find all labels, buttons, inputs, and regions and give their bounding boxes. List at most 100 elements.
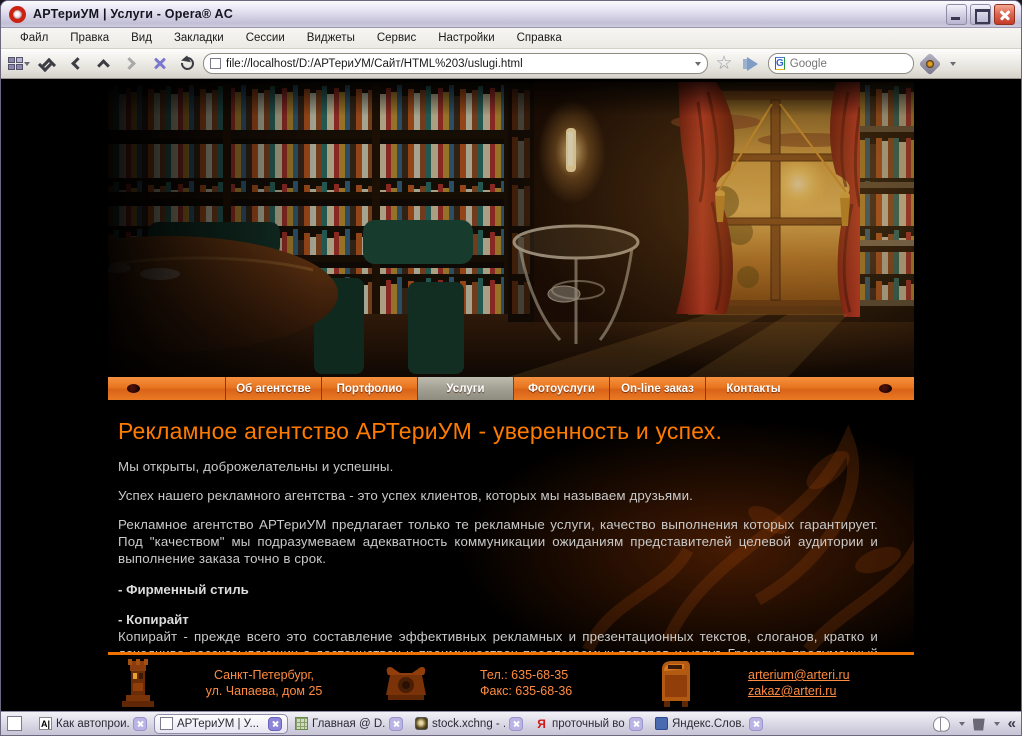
tab-close-icon[interactable] [268,716,282,731]
footer-fax: Факс: 635-68-36 [480,684,573,698]
paragraph-copywriting: Копирайт - прежде всего это составление … [118,629,878,652]
rewind-button[interactable] [91,52,115,76]
page-title: Рекламное агентство АРТериУМ - увереннос… [118,418,723,444]
paragraph-intro: Мы открыты, доброжелательны и успешны. [118,459,394,474]
tab-close-icon[interactable] [133,716,147,731]
reload-button[interactable] [175,52,199,76]
minimize-button[interactable] [946,3,967,25]
bookmark-button[interactable]: ☆ [712,52,736,76]
go-arrow-icon [742,56,758,71]
page-icon [210,58,221,69]
nav-tab-about[interactable]: Об агентстве [225,377,321,400]
go-button[interactable] [740,52,764,76]
footer-phone: Тел.: 635-68-35 [480,668,569,682]
browser-tab[interactable]: stock.xchng - ... [410,714,528,734]
dropdown-arrow-icon [24,61,30,66]
nav-tab-online-order[interactable]: On-line заказ [609,377,705,400]
menu-edit[interactable]: Правка [59,30,120,46]
menu-sessions[interactable]: Сессии [235,30,296,46]
nav-tab-photo-services[interactable]: Фотоуслуги [513,377,609,400]
tab-label: Как автопрои... [56,717,129,730]
email-link-zakaz[interactable]: zakaz@arteri.ru [748,683,850,699]
tab-label: stock.xchng - ... [432,717,505,730]
stop-button[interactable] [147,52,171,76]
address-bar[interactable] [203,53,708,74]
browser-tab[interactable]: Главная @ D... [290,714,408,734]
forward-icon [122,57,136,70]
email-link-arterium[interactable]: arterium@arteri.ru [748,667,850,683]
opera-window: АРТериУМ | Услуги - Opera® AC Файл Правк… [0,0,1022,736]
browser-tab[interactable]: Яндекс.Слов... [650,714,768,734]
footer-phone-block: Тел.: 635-68-35 Факс: 635-68-36 [480,667,572,699]
tab-close-icon[interactable] [629,716,643,731]
menu-widgets[interactable]: Виджеты [296,30,366,46]
tab-label: АРТериУМ | У... [177,717,260,730]
nav-dot-icon [127,384,140,393]
footer-address-line1: Санкт-Петербург, [214,668,314,682]
menu-view[interactable]: Вид [120,30,163,46]
trash-dropdown-icon[interactable] [993,721,1000,726]
eye-icon[interactable] [918,52,942,75]
tab-close-icon[interactable] [509,716,523,731]
nav-right-pad [801,377,914,400]
menu-bookmarks[interactable]: Закладки [163,30,235,46]
footer-address: Санкт-Петербург, ул. Чапаева, дом 25 [198,667,330,699]
library-hero-image [108,82,914,377]
up-icon [96,59,110,72]
collapse-chevrons-icon[interactable]: « [1008,715,1016,732]
maximize-button[interactable] [970,3,991,25]
favicon-page-icon [160,717,173,730]
menu-help[interactable]: Справка [506,30,573,46]
new-tab-button[interactable] [7,716,22,731]
browser-tab-active[interactable]: АРТериУМ | У... [154,713,288,734]
subhead-copywriting: - Копирайт [118,612,189,627]
nav-tab-services[interactable]: Услуги [417,377,513,400]
nav-tab-contacts[interactable]: Контакты [705,377,801,400]
google-icon: G [775,57,785,70]
building-icon [122,659,154,707]
navigation-toolbar: ☆ G [1,49,1021,79]
star-icon: ☆ [715,53,733,74]
site-footer: Санкт-Петербург, ул. Чапаева, дом 25 Тел… [108,655,914,711]
fit-to-width-button[interactable] [35,52,59,76]
search-bar[interactable]: G [768,53,956,74]
paragraph-success: Успех нашего рекламного агентства - это … [118,488,693,503]
stop-icon [153,57,166,70]
tab-label: Яндекс.Слов... [672,717,745,730]
browser-tab[interactable]: Я проточный во... [530,714,648,734]
tab-label: Главная @ D... [312,717,385,730]
favicon-book-icon [655,717,668,730]
favicon-photo-icon [415,717,428,730]
address-input[interactable] [226,57,689,70]
menu-file[interactable]: Файл [9,30,59,46]
tab-close-icon[interactable] [749,716,763,731]
window-title: АРТериУМ | Услуги - Opera® AC [33,7,233,21]
menu-tools[interactable]: Сервис [366,30,427,46]
tile-windows-button[interactable] [7,52,31,76]
close-button[interactable] [994,3,1015,25]
tile-windows-icon [8,57,23,70]
address-dropdown-icon[interactable] [695,61,701,66]
browser-viewport: Об агентстве Портфолио Услуги Фотоуслуги… [1,79,1021,711]
menu-settings[interactable]: Настройки [427,30,505,46]
widgets-icon[interactable] [933,717,950,730]
arterium-site: Об агентстве Портфолио Услуги Фотоуслуги… [108,79,914,711]
tab-close-icon[interactable] [389,716,403,731]
footer-email-block: arterium@arteri.ru zakaz@arteri.ru [748,667,850,699]
search-engine-dropdown-icon[interactable] [949,61,956,66]
nav-left-pad [108,377,225,400]
compress-icon [40,58,54,70]
page-tab-bar: A| Как автопрои... АРТериУМ | У... Главн… [1,711,1021,735]
nav-dot-icon [879,384,892,393]
browser-tab[interactable]: A| Как автопрои... [34,714,152,734]
title-bar[interactable]: АРТериУМ | Услуги - Opera® AC [1,1,1021,28]
widgets-dropdown-icon[interactable] [958,721,965,726]
favicon-a-icon: A| [39,717,52,730]
trash-icon[interactable] [972,718,985,731]
opera-logo-icon [9,5,26,23]
nav-tab-portfolio[interactable]: Портфолио [321,377,417,400]
forward-button[interactable] [119,52,143,76]
mailbox-icon [662,661,690,707]
favicon-yandex-icon: Я [537,716,546,731]
back-button[interactable] [63,52,87,76]
